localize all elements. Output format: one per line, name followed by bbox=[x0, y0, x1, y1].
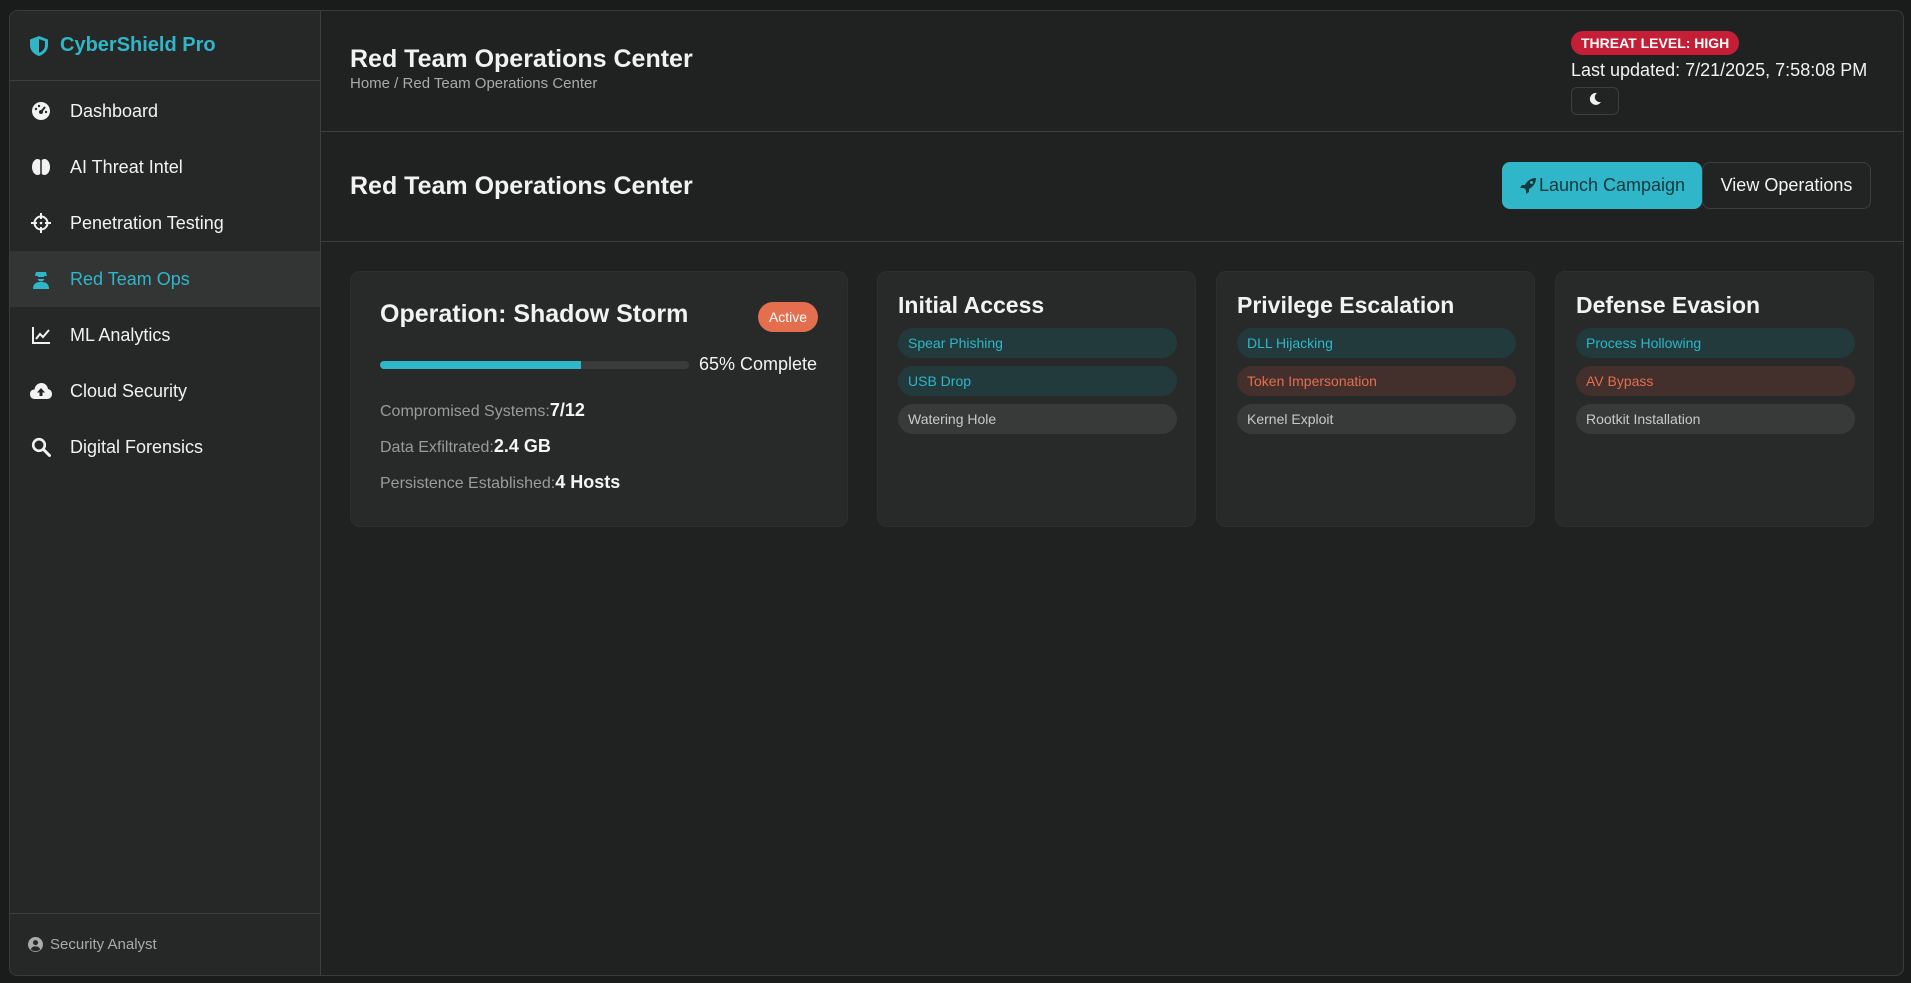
tactic-card-initial-access: Initial Access Spear Phishing USB Drop W… bbox=[877, 271, 1196, 527]
sidebar-item-label: Digital Forensics bbox=[70, 436, 204, 457]
sidebar-item-red-team-ops[interactable]: Red Team Ops bbox=[10, 251, 320, 307]
app-window: CyberShield Pro Dashboard AI Threat Inte… bbox=[9, 10, 1904, 976]
sidebar: CyberShield Pro Dashboard AI Threat Inte… bbox=[10, 11, 321, 975]
stat-persistence: Persistence Established:4 Hosts bbox=[380, 472, 620, 493]
technique-pill[interactable]: Kernel Exploit bbox=[1237, 404, 1516, 434]
tactic-card-privilege-escalation: Privilege Escalation DLL Hijacking Token… bbox=[1216, 271, 1535, 527]
stat-compromised-systems: Compromised Systems:7/12 bbox=[380, 400, 585, 421]
stat-data-exfiltrated: Data Exfiltrated:2.4 GB bbox=[380, 436, 551, 457]
technique-pill[interactable]: USB Drop bbox=[898, 366, 1177, 396]
tactic-card-defense-evasion: Defense Evasion Process Hollowing AV Byp… bbox=[1555, 271, 1874, 527]
search-icon bbox=[30, 436, 52, 458]
stat-label: Data Exfiltrated: bbox=[380, 439, 494, 456]
shield-icon bbox=[28, 35, 50, 57]
sidebar-item-digital-forensics[interactable]: Digital Forensics bbox=[10, 419, 320, 475]
technique-pill[interactable]: Watering Hole bbox=[898, 404, 1177, 434]
tactic-title: Initial Access bbox=[898, 292, 1045, 318]
sidebar-item-ai-threat-intel[interactable]: AI Threat Intel bbox=[10, 139, 320, 195]
operation-title: Operation: Shadow Storm bbox=[380, 300, 689, 328]
sidebar-item-label: ML Analytics bbox=[70, 324, 171, 345]
stat-label: Compromised Systems: bbox=[380, 403, 550, 420]
page-title: Red Team Operations Center bbox=[350, 45, 693, 73]
chart-line-icon bbox=[30, 324, 52, 346]
technique-pill[interactable]: AV Bypass bbox=[1576, 366, 1855, 396]
sidebar-item-dashboard[interactable]: Dashboard bbox=[10, 83, 320, 139]
sidebar-item-label: Cloud Security bbox=[70, 380, 188, 401]
stat-value: 4 Hosts bbox=[555, 472, 621, 492]
brand-name: CyberShield Pro bbox=[60, 34, 216, 56]
section-title: Red Team Operations Center bbox=[350, 172, 693, 200]
gauge-icon bbox=[30, 100, 52, 122]
progress-bar bbox=[380, 361, 689, 369]
stat-value: 7/12 bbox=[549, 400, 585, 420]
technique-pill[interactable]: Spear Phishing bbox=[898, 328, 1177, 358]
sidebar-item-label: Red Team Ops bbox=[70, 268, 190, 289]
user-profile[interactable]: Security Analyst bbox=[10, 913, 320, 975]
threat-level-badge: THREAT LEVEL: HIGH bbox=[1571, 31, 1740, 55]
sidebar-item-penetration-testing[interactable]: Penetration Testing bbox=[10, 195, 320, 251]
last-updated: Last updated: 7/21/2025, 7:58:08 PM bbox=[1571, 60, 1868, 80]
tactic-title: Privilege Escalation bbox=[1237, 292, 1455, 318]
user-circle-icon bbox=[28, 936, 44, 953]
main-content: Red Team Operations Center Home / Red Te… bbox=[321, 11, 1903, 975]
moon-icon bbox=[1588, 92, 1602, 111]
sidebar-item-label: Penetration Testing bbox=[70, 212, 224, 233]
launch-campaign-label: Launch Campaign bbox=[1538, 175, 1686, 195]
sidebar-item-label: AI Threat Intel bbox=[70, 156, 183, 177]
header-status: THREAT LEVEL: HIGH Last updated: 7/21/20… bbox=[1571, 31, 1867, 115]
rocket-icon bbox=[1519, 177, 1537, 195]
status-badge: Active bbox=[758, 302, 818, 332]
stat-value: 2.4 GB bbox=[493, 436, 551, 456]
theme-toggle-button[interactable] bbox=[1571, 87, 1619, 115]
brand[interactable]: CyberShield Pro bbox=[10, 11, 320, 81]
user-secret-icon bbox=[30, 268, 52, 290]
breadcrumb: Home / Red Team Operations Center bbox=[350, 75, 598, 92]
progress-fill bbox=[380, 361, 581, 369]
technique-pill[interactable]: DLL Hijacking bbox=[1237, 328, 1516, 358]
user-role: Security Analyst bbox=[50, 936, 157, 953]
stat-label: Persistence Established: bbox=[380, 475, 556, 492]
sidebar-item-ml-analytics[interactable]: ML Analytics bbox=[10, 307, 320, 363]
operation-card: Operation: Shadow Storm Active 65% Compl… bbox=[350, 271, 848, 527]
page-header: Red Team Operations Center Home / Red Te… bbox=[321, 11, 1903, 132]
technique-pill[interactable]: Process Hollowing bbox=[1576, 328, 1855, 358]
progress-text: 65% Complete bbox=[699, 354, 818, 374]
sidebar-nav: Dashboard AI Threat Intel Penetration Te… bbox=[10, 81, 320, 475]
brain-icon bbox=[30, 156, 52, 178]
crosshairs-icon bbox=[30, 212, 52, 234]
view-operations-button[interactable]: View Operations bbox=[1702, 162, 1871, 209]
sidebar-item-cloud-security[interactable]: Cloud Security bbox=[10, 363, 320, 419]
action-bar: Red Team Operations Center Launch Campai… bbox=[321, 132, 1903, 242]
launch-campaign-button[interactable]: Launch Campaign bbox=[1502, 162, 1702, 209]
technique-pill[interactable]: Token Impersonation bbox=[1237, 366, 1516, 396]
operations-cards: Operation: Shadow Storm Active 65% Compl… bbox=[350, 271, 1903, 527]
cloud-upload-icon bbox=[30, 380, 52, 402]
technique-pill[interactable]: Rootkit Installation bbox=[1576, 404, 1855, 434]
tactic-title: Defense Evasion bbox=[1576, 292, 1761, 318]
sidebar-item-label: Dashboard bbox=[70, 100, 159, 121]
